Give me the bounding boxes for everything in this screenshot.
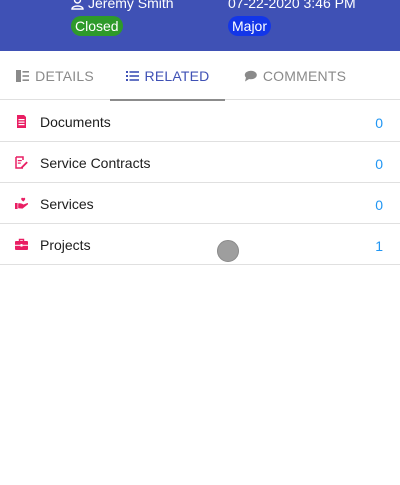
record-header: Jeremy Smith Closed 07-22-2020 3:46 PM M… [0,0,400,51]
tab-bar: DETAILS RELATED COMMENTS [0,51,400,101]
related-item-documents[interactable]: Documents 0 [0,101,400,142]
details-icon [16,69,30,82]
related-list: Documents 0 Service Contracts 0 Services… [0,101,400,265]
touch-indicator [217,240,239,262]
header-left-column: Jeremy Smith Closed [71,0,174,36]
related-item-count: 1 [375,238,383,254]
severity-badge: Major [228,16,272,36]
comment-icon [244,70,257,81]
list-icon [125,70,139,81]
service-hand-icon [15,197,28,209]
related-item-count: 0 [375,115,383,131]
related-item-service-contracts[interactable]: Service Contracts 0 [0,142,400,183]
status-badge: Closed [71,16,123,36]
related-item-label: Service Contracts [40,155,151,171]
related-item-projects[interactable]: Projects 1 [0,224,400,265]
tab-comments[interactable]: COMMENTS [225,51,365,100]
header-right-column: 07-22-2020 3:46 PM Major [228,0,356,36]
briefcase-icon [15,238,28,250]
record-date: 07-22-2020 3:46 PM [228,0,356,11]
contract-edit-icon [15,156,28,169]
tab-related[interactable]: RELATED [110,51,225,101]
tab-details[interactable]: DETAILS [0,51,110,100]
related-item-count: 0 [375,197,383,213]
user-icon [71,0,84,10]
related-item-label: Projects [40,237,91,253]
related-item-services[interactable]: Services 0 [0,183,400,224]
tab-related-label: RELATED [144,67,210,84]
owner-line: Jeremy Smith [71,0,174,11]
related-item-count: 0 [375,156,383,172]
tab-comments-label: COMMENTS [262,67,347,84]
owner-name: Jeremy Smith [88,0,174,11]
tab-details-label: DETAILS [35,67,94,84]
date-line: 07-22-2020 3:46 PM [228,0,356,11]
document-icon [17,115,26,128]
related-item-label: Documents [40,114,111,130]
related-item-label: Services [40,196,94,212]
